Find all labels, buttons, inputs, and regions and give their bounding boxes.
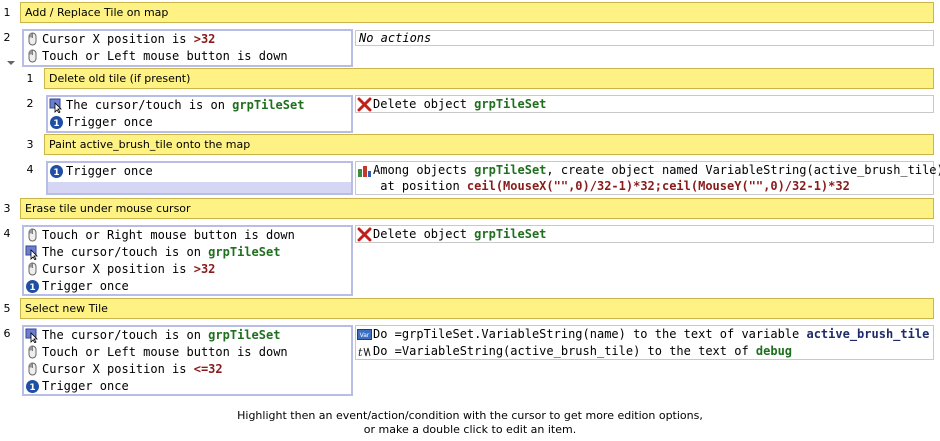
create-object-icon — [357, 163, 372, 178]
mouse-icon — [25, 262, 40, 277]
event-number: 2 — [26, 97, 34, 110]
comment-paint-brush[interactable]: Paint active_brush_tile onto the map — [44, 134, 934, 155]
event-number: 2 — [3, 31, 11, 44]
text-icon — [357, 344, 372, 359]
event-conditions[interactable]: Trigger once — [46, 161, 353, 195]
event-actions[interactable]: Do =grpTileSet.VariableString(name) to t… — [355, 325, 934, 360]
no-actions-label: No actions — [359, 31, 432, 45]
action-create-object[interactable]: Among objects grpTileSet, create object … — [356, 162, 940, 179]
action-set-text[interactable]: Do =VariableString(active_brush_tile) to… — [356, 343, 792, 360]
event-number: 6 — [3, 327, 11, 340]
event-conditions[interactable]: Touch or Right mouse button is down The … — [22, 225, 353, 296]
trigger-once-icon — [25, 279, 40, 294]
footer-hint-line2: or make a double click to edit an item. — [363, 423, 577, 436]
collapse-arrow-icon[interactable] — [7, 61, 15, 65]
trigger-once-icon — [25, 379, 40, 394]
delete-object-icon — [357, 227, 372, 242]
condition-left-mouse-down[interactable]: Touch or Left mouse button is down — [24, 344, 288, 361]
mouse-icon — [25, 345, 40, 360]
trigger-once-icon — [49, 115, 64, 130]
event-actions[interactable]: Delete object grpTileSet — [355, 95, 934, 113]
conditions-empty-area — [48, 182, 351, 193]
mouse-icon — [25, 228, 40, 243]
event-number: 3 — [3, 202, 11, 215]
condition-cursor-on-object[interactable]: The cursor/touch is on grpTileSet — [24, 244, 280, 261]
footer-hint-line1: Highlight then an event/action/condition… — [237, 409, 703, 422]
event-number: 5 — [3, 302, 11, 315]
event-number: 1 — [26, 72, 34, 85]
event-conditions[interactable]: The cursor/touch is on grpTileSet Touch … — [22, 325, 353, 396]
comment-add-replace-tile[interactable]: Add / Replace Tile on map — [20, 2, 934, 23]
event-number: 4 — [3, 227, 11, 240]
variable-icon — [357, 327, 372, 342]
cursor-on-object-icon — [49, 98, 64, 113]
condition-cursor-x[interactable]: Cursor X position is >32 — [24, 261, 215, 278]
condition-cursor-x[interactable]: Cursor X position is <=32 — [24, 361, 223, 378]
condition-trigger-once[interactable]: Trigger once — [48, 114, 153, 131]
condition-cursor-x[interactable]: Cursor X position is >32 — [24, 31, 215, 48]
event-actions[interactable]: Delete object grpTileSet — [355, 225, 934, 243]
event-number: 4 — [26, 163, 34, 176]
condition-cursor-on-object[interactable]: The cursor/touch is on grpTileSet — [48, 97, 304, 114]
condition-trigger-once[interactable]: Trigger once — [24, 278, 129, 295]
event-conditions[interactable]: Cursor X position is >32 Touch or Left m… — [22, 29, 353, 67]
event-actions[interactable]: Among objects grpTileSet, create object … — [355, 161, 940, 195]
comment-select-new-tile[interactable]: Select new Tile — [20, 298, 934, 319]
action-create-position[interactable]: at position ceil(MouseX("",0)/32-1)*32;c… — [356, 178, 850, 195]
event-conditions[interactable]: The cursor/touch is on grpTileSet Trigge… — [46, 95, 353, 133]
action-delete-object[interactable]: Delete object grpTileSet — [356, 226, 546, 243]
condition-left-mouse-down[interactable]: Touch or Left mouse button is down — [24, 48, 288, 65]
action-delete-object[interactable]: Delete object grpTileSet — [356, 96, 546, 113]
mouse-icon — [25, 49, 40, 64]
trigger-once-icon — [49, 164, 64, 179]
cursor-on-object-icon — [25, 328, 40, 343]
cursor-on-object-icon — [25, 245, 40, 260]
mouse-icon — [25, 32, 40, 47]
condition-trigger-once[interactable]: Trigger once — [48, 163, 153, 180]
comment-delete-old-tile[interactable]: Delete old tile (if present) — [44, 68, 934, 89]
condition-right-mouse-down[interactable]: Touch or Right mouse button is down — [24, 227, 295, 244]
action-set-variable[interactable]: Do =grpTileSet.VariableString(name) to t… — [356, 326, 929, 343]
condition-trigger-once[interactable]: Trigger once — [24, 378, 129, 395]
event-number: 1 — [3, 6, 11, 19]
mouse-icon — [25, 362, 40, 377]
condition-cursor-on-object[interactable]: The cursor/touch is on grpTileSet — [24, 327, 280, 344]
event-actions[interactable]: No actions — [355, 30, 934, 46]
delete-object-icon — [357, 97, 372, 112]
event-number: 3 — [26, 138, 34, 151]
comment-erase-tile[interactable]: Erase tile under mouse cursor — [20, 198, 934, 219]
